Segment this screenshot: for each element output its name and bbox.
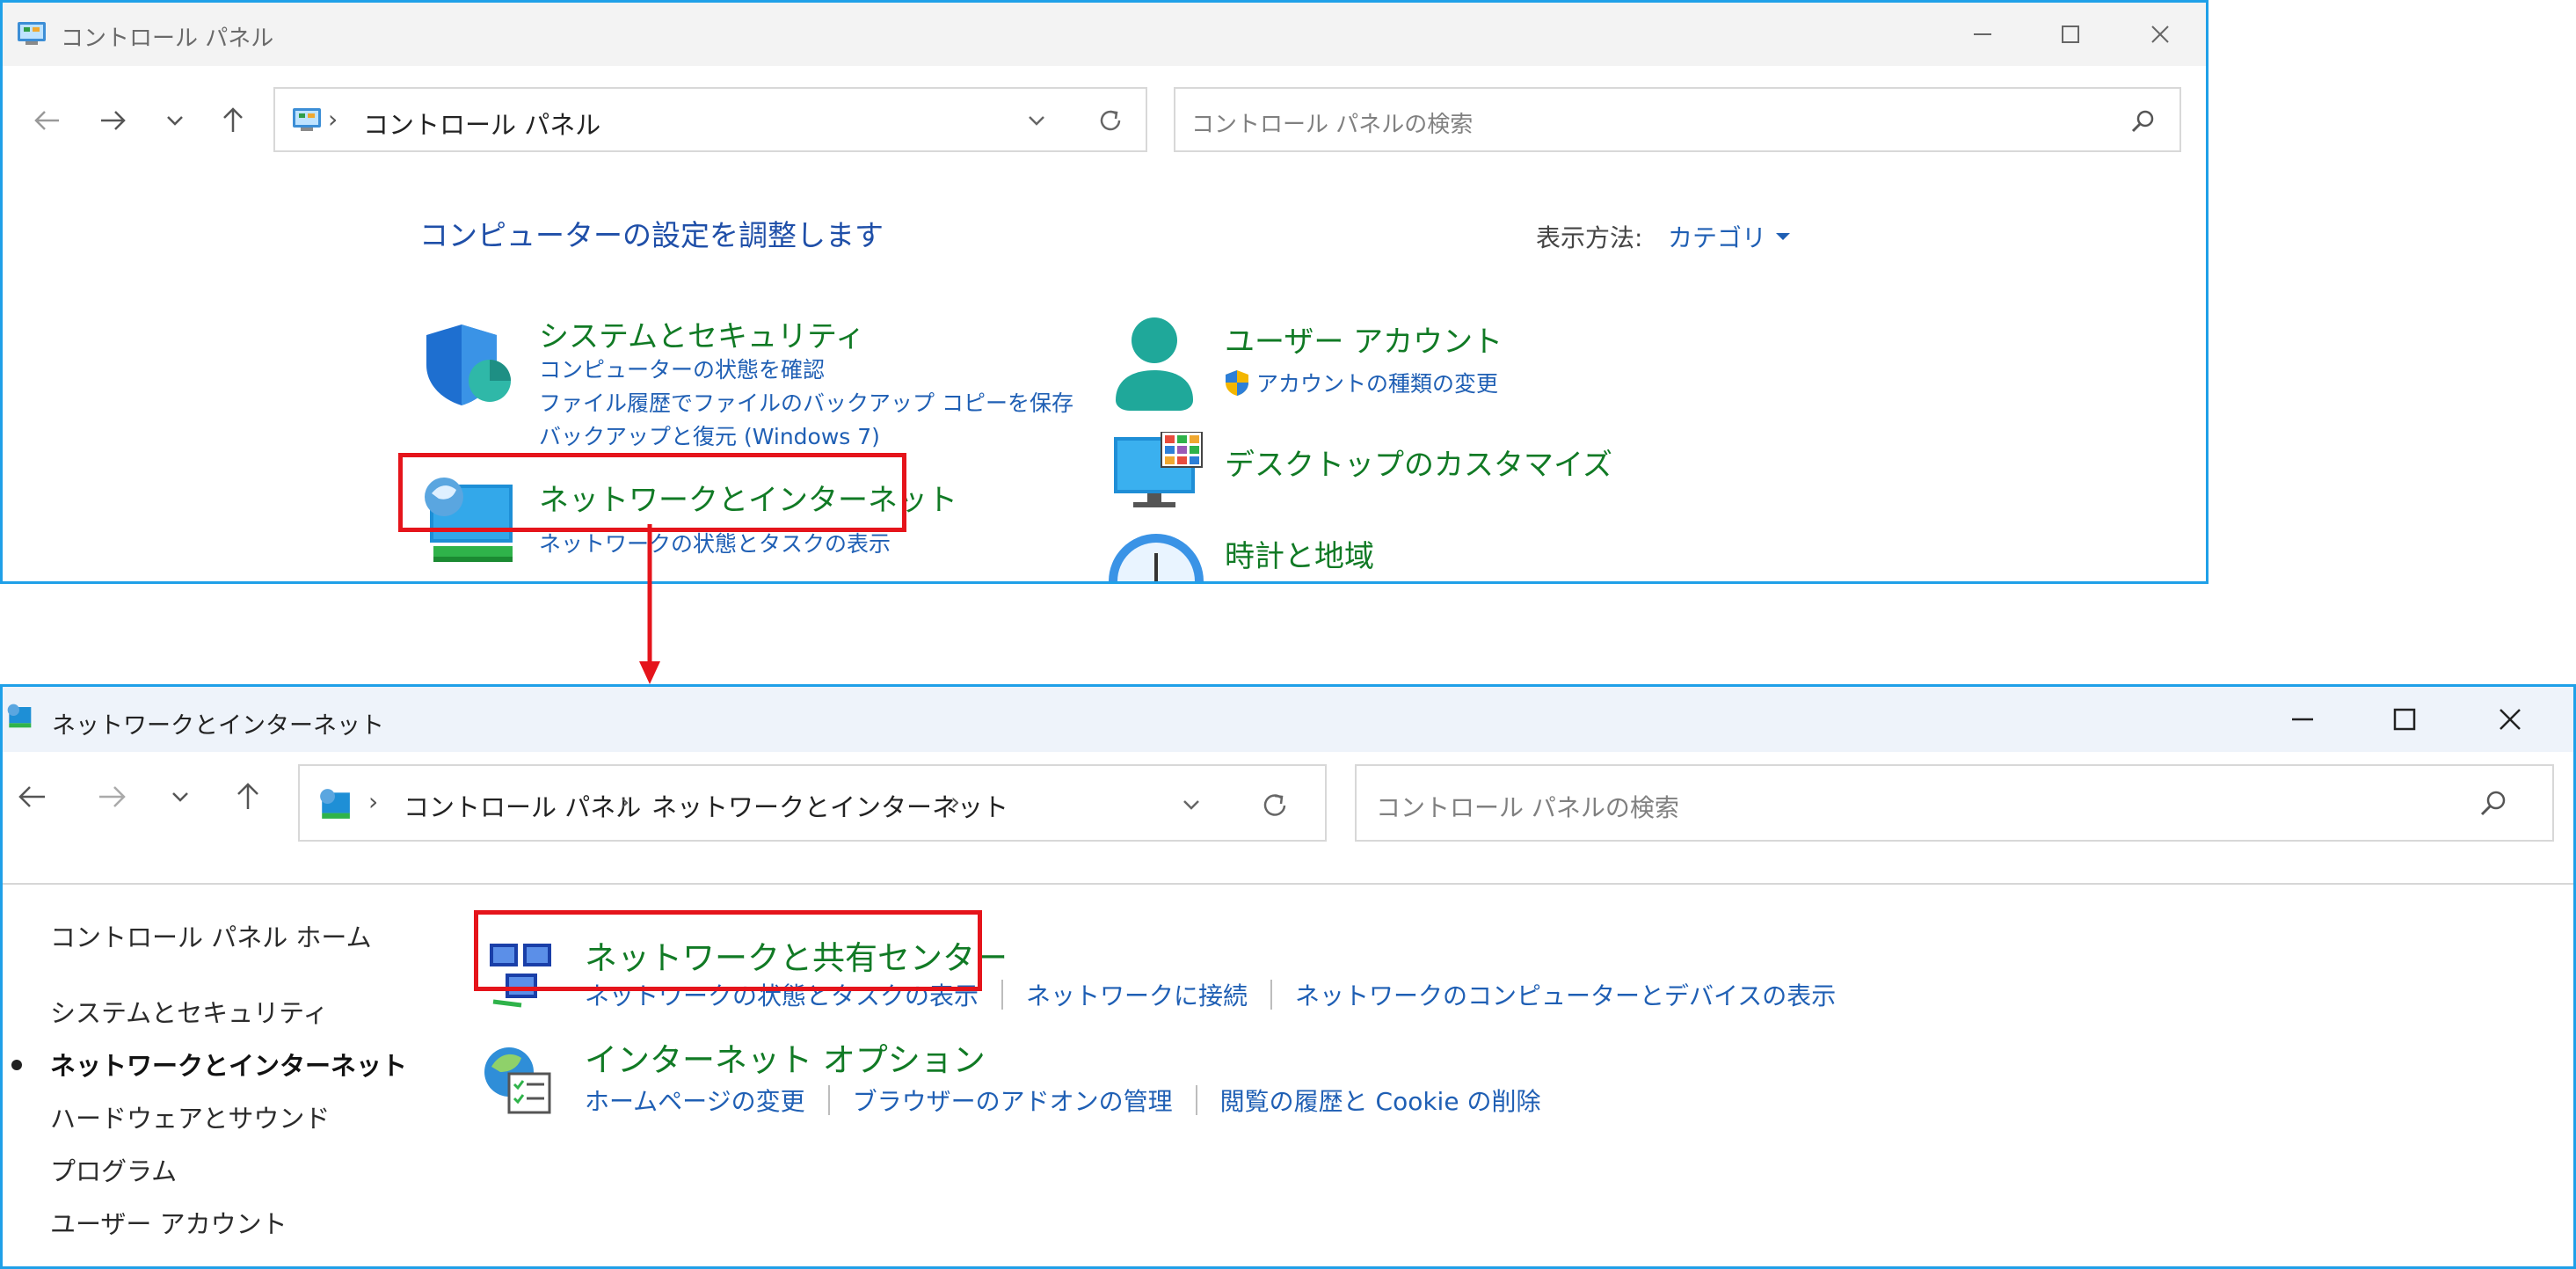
- link-delete-history-cookies[interactable]: 閲覧の履歴と Cookie の削除: [1220, 1083, 1541, 1118]
- sidebar-item-hardware-sound[interactable]: ハードウェアとサウンド: [50, 1098, 330, 1135]
- highlight-box: [474, 910, 982, 991]
- category-user-accounts[interactable]: ユーザー アカウント: [1225, 317, 1503, 361]
- title-bar: ネットワークとインターネット: [3, 687, 2573, 752]
- shield-icon: [426, 325, 511, 405]
- link-separator: [1001, 980, 1004, 1010]
- arrow-right-icon: [101, 111, 126, 130]
- recent-locations-button[interactable]: [157, 101, 193, 140]
- section-internet-options[interactable]: インターネット オプション: [585, 1033, 986, 1081]
- maximize-button[interactable]: [2378, 699, 2431, 740]
- link-change-account-type[interactable]: アカウントの種類の変更: [1256, 367, 1498, 398]
- close-icon: [2151, 26, 2169, 43]
- sidebar-item-user-accounts[interactable]: ユーザー アカウント: [50, 1204, 287, 1241]
- forward-button[interactable]: [92, 777, 133, 817]
- search-placeholder: コントロール パネルの検索: [1191, 112, 1474, 138]
- arrow-right-icon: [99, 786, 126, 807]
- recent-locations-button[interactable]: [163, 778, 198, 815]
- up-button[interactable]: [215, 99, 251, 140]
- arrow-left-icon: [34, 111, 59, 130]
- minimize-icon: [2292, 718, 2313, 721]
- arrow-up-icon: [223, 107, 243, 132]
- control-panel-icon: [293, 108, 321, 131]
- sidebar-item-network-internet[interactable]: ネットワークとインターネット: [50, 1046, 407, 1083]
- close-icon: [2500, 709, 2521, 730]
- user-icon: [1116, 317, 1193, 411]
- breadcrumb-separator: ›: [620, 787, 630, 816]
- forward-button[interactable]: [94, 101, 133, 140]
- network-globe-icon: [7, 704, 32, 728]
- view-by-label: 表示方法:: [1536, 223, 1643, 252]
- sidebar-item-system-security[interactable]: システムとセキュリティ: [50, 993, 328, 1030]
- network-globe-icon: [320, 789, 350, 819]
- control-panel-window: コントロール パネル › コントロール パネル コントロール パネルの検索 コン…: [0, 0, 2209, 584]
- minimize-button[interactable]: [2276, 699, 2329, 740]
- window-title: コントロール パネル: [61, 26, 274, 52]
- chevron-down-icon[interactable]: [1026, 112, 1047, 129]
- divider: [3, 883, 2573, 885]
- minimize-button[interactable]: [1956, 15, 2009, 54]
- maximize-icon: [2393, 708, 2416, 731]
- link-separator: [1270, 980, 1273, 1010]
- minimize-icon: [1974, 33, 1991, 35]
- search-placeholder: コントロール パネルの検索: [1376, 793, 1679, 822]
- close-button[interactable]: [2134, 15, 2187, 54]
- up-button[interactable]: [229, 775, 266, 817]
- back-button[interactable]: [11, 777, 52, 817]
- link-change-homepage[interactable]: ホームページの変更: [585, 1083, 805, 1118]
- back-button[interactable]: [27, 101, 66, 140]
- link-separator: [827, 1085, 830, 1115]
- link-separator: [1195, 1085, 1197, 1115]
- address-bar[interactable]: › コントロール パネル: [273, 87, 1147, 152]
- uac-shield-icon: [1226, 370, 1248, 396]
- search-box[interactable]: コントロール パネルの検索: [1174, 87, 2181, 152]
- address-bar[interactable]: › コントロール パネル › ネットワークとインターネット ›: [298, 764, 1327, 842]
- link-backup-restore[interactable]: バックアップと復元 (Windows 7): [539, 419, 880, 451]
- desktop-icon: [1114, 432, 1203, 507]
- internet-options-links: ホームページの変更 ブラウザーのアドオンの管理 閲覧の履歴と Cookie の削…: [585, 1083, 1540, 1118]
- link-file-history-backup[interactable]: ファイル履歴でファイルのバックアップ コピーを保存: [539, 386, 1073, 418]
- arrow-left-icon: [18, 786, 45, 807]
- window-title: ネットワークとインターネット: [52, 712, 384, 740]
- maximize-icon: [2062, 26, 2079, 43]
- breadcrumb-separator: ›: [368, 787, 379, 816]
- category-clock-region[interactable]: 時計と地域: [1225, 532, 1374, 575]
- control-panel-icon: [18, 22, 46, 45]
- internet-options-icon: [484, 1047, 551, 1114]
- network-internet-window: ネットワークとインターネット › コントロール パネル › ネットワークとインタ…: [0, 684, 2576, 1269]
- link-connect-network[interactable]: ネットワークに接続: [1026, 977, 1248, 1012]
- breadcrumb-control-panel[interactable]: コントロール パネル: [363, 105, 600, 142]
- search-icon: [2480, 791, 2506, 816]
- view-by-dropdown[interactable]: カテゴリ: [1668, 219, 1793, 254]
- refresh-icon[interactable]: [1260, 791, 1290, 820]
- maximize-button[interactable]: [2044, 15, 2097, 54]
- breadcrumb-control-panel[interactable]: コントロール パネル: [404, 787, 641, 824]
- chevron-down-icon[interactable]: [1181, 796, 1202, 813]
- link-manage-addons[interactable]: ブラウザーのアドオンの管理: [853, 1083, 1173, 1118]
- breadcrumb-separator: ›: [328, 105, 338, 134]
- search-box[interactable]: コントロール パネルの検索: [1355, 764, 2554, 842]
- chevron-down-icon: [172, 792, 188, 802]
- page-heading: コンピューターの設定を調整します: [419, 218, 884, 252]
- connector-arrow: [639, 524, 660, 684]
- highlight-box: [398, 453, 906, 532]
- clock-globe-icon: [1109, 534, 1204, 581]
- close-button[interactable]: [2484, 699, 2536, 740]
- current-item-bullet: [11, 1060, 22, 1070]
- link-view-network-devices[interactable]: ネットワークのコンピューターとデバイスの表示: [1295, 977, 1836, 1012]
- sidebar-home-link[interactable]: コントロール パネル ホーム: [50, 917, 372, 954]
- category-system-security[interactable]: システムとセキュリティ: [539, 312, 865, 355]
- title-bar: コントロール パネル: [3, 3, 2206, 66]
- view-by-value: カテゴリ: [1668, 223, 1767, 252]
- refresh-icon[interactable]: [1096, 106, 1124, 135]
- breadcrumb-separator: ›: [950, 787, 961, 816]
- chevron-down-icon: [167, 116, 183, 126]
- link-check-computer-status[interactable]: コンピューターの状態を確認: [539, 353, 825, 384]
- arrow-up-icon: [237, 783, 258, 809]
- category-desktop-customize[interactable]: デスクトップのカスタマイズ: [1225, 441, 1612, 484]
- caret-down-icon: [1776, 233, 1791, 240]
- sidebar-item-programs[interactable]: プログラム: [50, 1151, 177, 1188]
- search-icon: [2131, 110, 2154, 133]
